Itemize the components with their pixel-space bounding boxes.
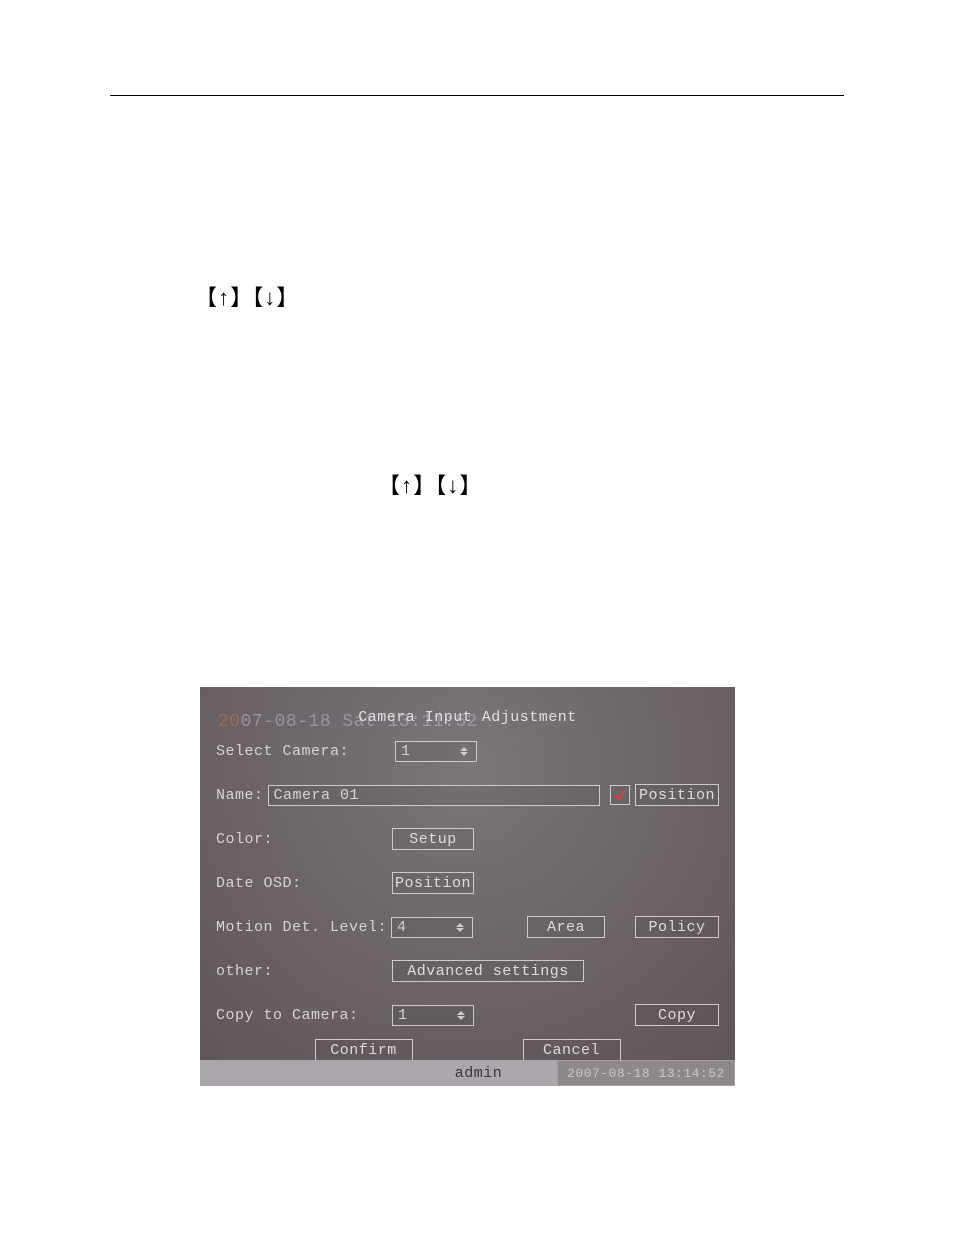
camera-name-input[interactable]: Camera 01	[268, 785, 600, 806]
horizontal-rule	[110, 95, 844, 96]
arrow-hint-1: 【↑】【↓】	[195, 280, 298, 312]
motion-area-button[interactable]: Area	[527, 916, 605, 938]
copy-to-camera-label: Copy to Camera:	[216, 1007, 392, 1024]
cancel-button[interactable]: Cancel	[523, 1039, 621, 1061]
name-display-checkbox[interactable]	[610, 785, 630, 805]
color-label: Color:	[216, 831, 392, 848]
other-label: other:	[216, 963, 392, 980]
camera-input-adjustment-screen: 2007-08-18 Sat 13:11:52 Camera Input Adj…	[200, 687, 735, 1086]
arrow-hint-2: 【↑】【↓】	[378, 468, 481, 500]
status-datetime-box: 2007-08-18 13:14:52	[557, 1060, 735, 1086]
motion-level-label: Motion Det. Level:	[216, 919, 387, 936]
date-osd-label: Date OSD:	[216, 875, 392, 892]
motion-level-value: 4	[397, 919, 407, 936]
copy-to-camera-value: 1	[398, 1007, 408, 1024]
spinner-arrows-icon	[453, 920, 467, 935]
status-bar: admin 2007-08-18 13:14:52	[200, 1060, 735, 1086]
copy-to-camera-spinner[interactable]: 1	[392, 1005, 474, 1026]
check-icon	[613, 788, 627, 802]
status-datetime: 2007-08-18 13:14:52	[567, 1066, 725, 1081]
camera-name-value: Camera 01	[274, 787, 360, 804]
motion-level-spinner[interactable]: 4	[391, 917, 473, 938]
select-camera-label: Select Camera:	[216, 743, 349, 760]
select-camera-spinner[interactable]: 1	[395, 741, 477, 762]
select-camera-value: 1	[401, 743, 411, 760]
date-osd-position-button[interactable]: Position	[392, 872, 474, 894]
status-user: admin	[400, 1060, 557, 1086]
status-camera-name: Camera 01	[631, 687, 717, 1060]
confirm-button[interactable]: Confirm	[315, 1039, 413, 1061]
advanced-settings-button[interactable]: Advanced settings	[392, 960, 584, 982]
spinner-arrows-icon	[457, 744, 471, 759]
spinner-arrows-icon	[454, 1008, 468, 1023]
name-label: Name:	[216, 787, 264, 804]
color-setup-button[interactable]: Setup	[392, 828, 474, 850]
